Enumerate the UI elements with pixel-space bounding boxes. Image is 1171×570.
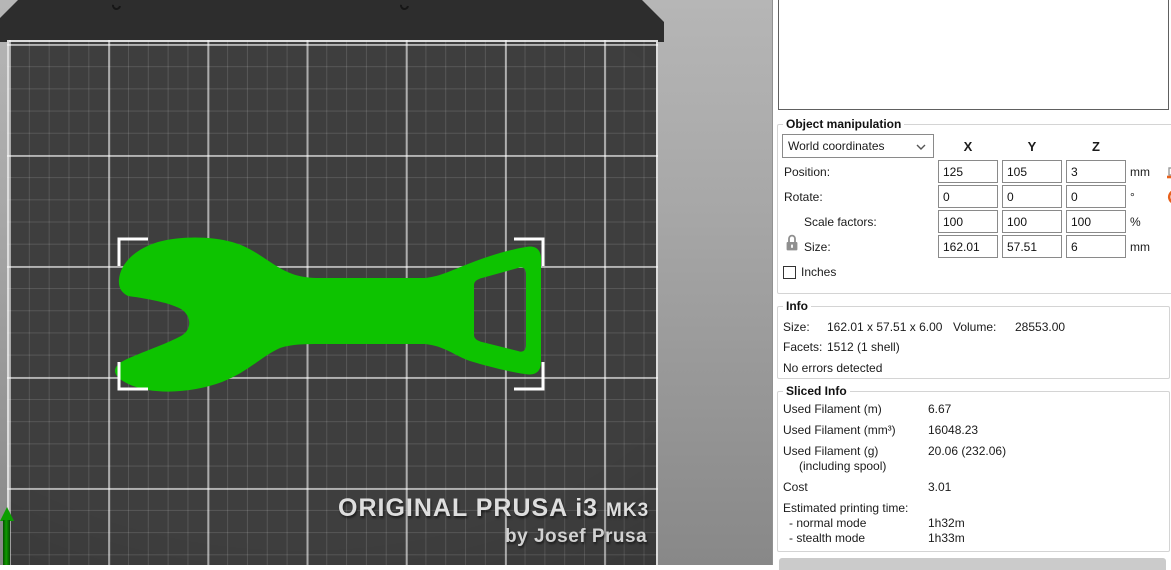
normal-mode-row: - normal mode 1h32m <box>789 516 1167 531</box>
size-y-input[interactable] <box>1002 235 1062 258</box>
position-unit: mm <box>1130 165 1162 179</box>
used-filament-g-label: Used Filament (g) <box>783 444 928 459</box>
rotate-label: Rotate: <box>782 190 934 204</box>
printing-time-label: Estimated printing time: <box>783 501 1167 516</box>
size-x-input[interactable] <box>938 235 998 258</box>
used-filament-m-row: Used Filament (m) 6.67 <box>783 402 1167 417</box>
info-facets-label: Facets: <box>783 339 827 355</box>
rotate-unit: ° <box>1130 190 1162 204</box>
inches-label: Inches <box>801 265 836 279</box>
object-manipulation-title: Object manipulation <box>786 117 901 131</box>
info-title: Info <box>786 299 808 313</box>
rotate-reset-icon[interactable] <box>1166 188 1171 206</box>
axis-header-x: X <box>938 139 998 154</box>
collapsed-bottom-panel <box>779 558 1166 570</box>
used-filament-mm3-row: Used Filament (mm³) 16048.23 <box>783 423 1167 438</box>
rotate-z-input[interactable] <box>1066 185 1126 208</box>
axis-header-y: Y <box>1002 139 1062 154</box>
used-filament-m-value: 6.67 <box>928 402 951 417</box>
normal-mode-label: - normal mode <box>789 516 928 531</box>
scale-unit: % <box>1130 215 1162 229</box>
scale-x-input[interactable] <box>938 210 998 233</box>
stealth-mode-row: - stealth mode 1h33m <box>789 531 1167 546</box>
info-size-value: 162.01 x 57.51 x 6.00 <box>827 319 953 335</box>
object-manipulation-grid: World coordinates X Y Z Position: mm <box>782 134 1171 258</box>
rotate-y-input[interactable] <box>1002 185 1062 208</box>
info-size-row: Size: 162.01 x 57.51 x 6.00 Volume: 2855… <box>783 319 1167 335</box>
used-filament-mm3-label: Used Filament (mm³) <box>783 423 928 438</box>
cost-value: 3.01 <box>928 480 951 495</box>
scene-overlay <box>0 0 772 565</box>
normal-mode-value: 1h32m <box>928 516 965 531</box>
right-sidebar: Object manipulation World coordinates X … <box>772 0 1171 565</box>
info-facets-value: 1512 (1 shell) <box>827 339 900 355</box>
lock-icon <box>785 233 799 252</box>
used-filament-mm3-value: 16048.23 <box>928 423 978 438</box>
axis-header-z: Z <box>1066 139 1126 154</box>
scale-y-input[interactable] <box>1002 210 1062 233</box>
cost-label: Cost <box>783 480 928 495</box>
uniform-scale-lock[interactable] <box>785 233 799 255</box>
y-axis-arrow-shaft <box>3 520 10 565</box>
size-label: Size: <box>782 240 934 254</box>
used-filament-m-label: Used Filament (m) <box>783 402 928 417</box>
prusaslicer-window: ORIGINAL PRUSA i3 MK3 by Josef Prusa Obj… <box>0 0 1171 565</box>
position-x-input[interactable] <box>938 160 998 183</box>
info-status: No errors detected <box>783 360 1167 376</box>
info-volume-label: Volume: <box>953 319 1015 335</box>
coordinates-dropdown[interactable]: World coordinates <box>782 134 934 158</box>
cost-row: Cost 3.01 <box>783 480 1167 495</box>
position-label: Position: <box>782 165 934 179</box>
inches-checkbox[interactable] <box>783 266 796 279</box>
position-z-input[interactable] <box>1066 160 1126 183</box>
used-filament-g-row: Used Filament (g) 20.06 (232.06) <box>783 444 1167 459</box>
info-panel: Info Size: 162.01 x 57.51 x 6.00 Volume:… <box>777 299 1170 379</box>
drop-to-bed-icon[interactable] <box>1166 164 1171 180</box>
used-filament-g-value: 20.06 (232.06) <box>928 444 1006 459</box>
including-spool-label: (including spool) <box>799 459 1167 474</box>
rotate-x-input[interactable] <box>938 185 998 208</box>
info-volume-value: 28553.00 <box>1015 319 1065 335</box>
y-axis-arrow-icon <box>0 507 14 521</box>
object-manipulation-panel: Object manipulation World coordinates X … <box>777 117 1171 294</box>
sliced-info-panel: Sliced Info Used Filament (m) 6.67 Used … <box>777 384 1170 552</box>
sliced-info-title: Sliced Info <box>786 384 847 398</box>
scale-factors-label: Scale factors: <box>782 215 934 229</box>
size-z-input[interactable] <box>1066 235 1126 258</box>
stealth-mode-value: 1h33m <box>928 531 965 546</box>
wrench-model[interactable] <box>115 238 541 392</box>
info-size-label: Size: <box>783 319 827 335</box>
info-facets-row: Facets: 1512 (1 shell) <box>783 339 1167 355</box>
position-y-input[interactable] <box>1002 160 1062 183</box>
3d-viewport[interactable]: ORIGINAL PRUSA i3 MK3 by Josef Prusa <box>0 0 772 565</box>
object-list-box[interactable] <box>778 0 1169 110</box>
inches-row: Inches <box>783 265 1171 279</box>
scale-z-input[interactable] <box>1066 210 1126 233</box>
chevron-down-icon <box>916 144 926 150</box>
coordinates-dropdown-value: World coordinates <box>788 139 885 153</box>
stealth-mode-label: - stealth mode <box>789 531 928 546</box>
size-unit: mm <box>1130 240 1162 254</box>
